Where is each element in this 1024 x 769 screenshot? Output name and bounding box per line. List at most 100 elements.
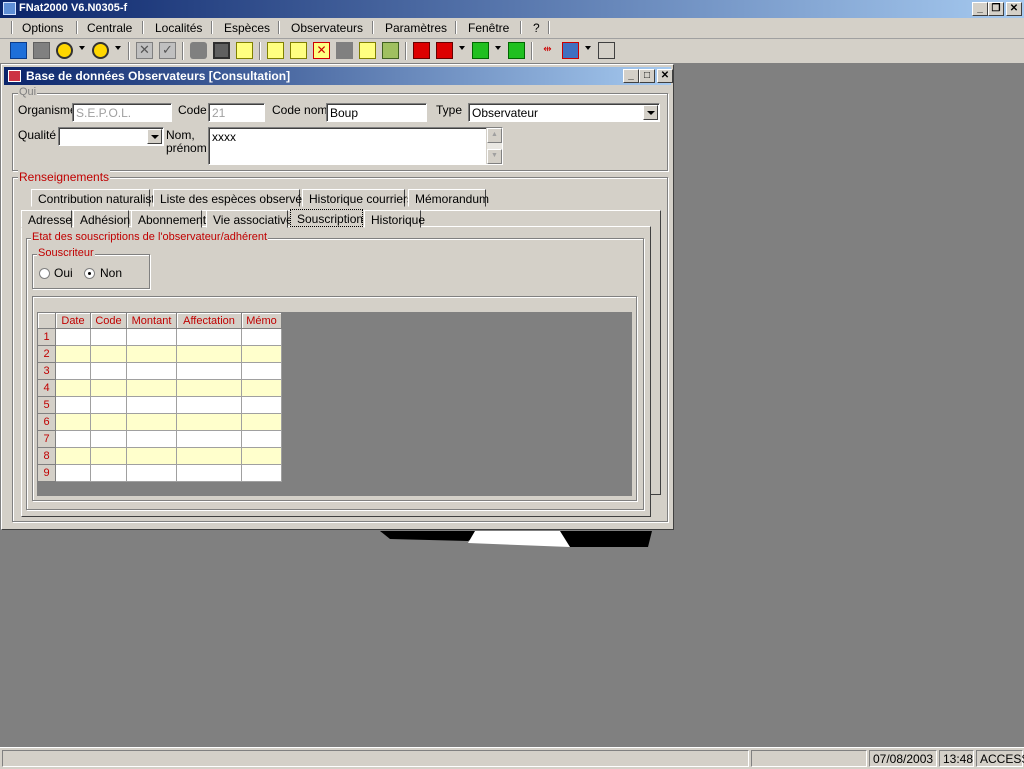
menu-help[interactable]: ? [533,21,540,35]
validate-icon[interactable]: ✓ [159,42,176,59]
grid-cell[interactable] [176,396,242,414]
window-close-button[interactable]: ✕ [657,69,673,83]
table-row[interactable]: 3 [37,362,282,380]
grid-cell[interactable] [176,464,242,482]
grid-cell[interactable] [55,396,91,414]
table-row[interactable]: 1 [37,328,282,346]
tab-adhesion[interactable]: Adhésion [73,210,130,228]
table-row[interactable]: 7 [37,430,282,448]
column-header-date[interactable]: Date [55,312,91,329]
grid-cell[interactable] [90,328,127,346]
open-folder-icon[interactable] [359,42,376,59]
table-row[interactable]: 5 [37,396,282,414]
row-header[interactable]: 3 [37,362,56,380]
tab-vie-associative[interactable]: Vie associative [206,210,293,228]
window-maximize-button[interactable]: □ [639,69,655,83]
grid-cell[interactable] [90,447,127,465]
grid-icon[interactable] [562,42,579,59]
chevron-down-icon[interactable] [459,46,465,50]
row-header[interactable]: 1 [37,328,56,346]
grid-cell[interactable] [126,464,177,482]
grid-cell[interactable] [55,430,91,448]
grid-cell[interactable] [176,362,242,380]
grid-cell[interactable] [176,447,242,465]
grid-cell[interactable] [176,413,242,431]
menu-centrale[interactable]: Centrale [87,21,132,35]
grid-cell[interactable] [241,464,282,482]
tab-abonnement[interactable]: Abonnement [131,210,206,228]
grid-cell[interactable] [55,413,91,431]
column-header-affectation[interactable]: Affectation [176,312,242,329]
tree-icon[interactable] [382,42,399,59]
chevron-down-icon[interactable] [585,46,591,50]
transfer-icon[interactable]: ⇹ [539,42,556,59]
table-row[interactable]: 4 [37,379,282,397]
grid-cell[interactable] [241,345,282,363]
cancel-icon[interactable]: ✕ [136,42,153,59]
chevron-down-icon[interactable] [79,46,85,50]
grid-cell[interactable] [55,447,91,465]
row-header[interactable]: 4 [37,379,56,397]
restore-button[interactable]: ❐ [988,2,1004,16]
window-minimize-button[interactable]: _ [623,69,639,83]
new-icon[interactable] [267,42,284,59]
tab-historique[interactable]: Historique [364,210,425,228]
grid-cell[interactable] [241,379,282,397]
grid-cell[interactable] [126,362,177,380]
close-button[interactable]: ✕ [1006,2,1022,16]
grid-cell[interactable] [241,362,282,380]
tab-souscription[interactable]: Souscription [290,209,363,227]
blank-icon[interactable] [336,42,353,59]
save-icon[interactable] [213,42,230,59]
type-select[interactable]: Observateur [468,103,660,122]
scroll-down-icon[interactable]: ▼ [487,149,502,164]
table-row[interactable]: 8 [37,447,282,465]
grid-cell[interactable] [90,362,127,380]
tab-liste-especes[interactable]: Liste des espèces observées [153,189,315,207]
table-row[interactable]: 2 [37,345,282,363]
menu-parametres[interactable]: Paramètres [385,21,447,35]
chevron-down-icon[interactable] [147,129,162,144]
tab-memorandum[interactable]: Mémorandum [408,189,489,207]
menu-localites[interactable]: Localités [155,21,202,35]
next-record-icon[interactable] [472,42,489,59]
grid-cell[interactable] [90,430,127,448]
menu-observateurs[interactable]: Observateurs [291,21,363,35]
grid-cell[interactable] [55,464,91,482]
exit-icon[interactable] [598,42,615,59]
chevron-down-icon[interactable] [495,46,501,50]
row-header[interactable]: 5 [37,396,56,414]
square-icon[interactable] [33,42,50,59]
tab-historique-courriers[interactable]: Historique courriers [302,189,413,207]
table-row[interactable]: 9 [37,464,282,482]
last-record-icon[interactable] [508,42,525,59]
first-record-icon[interactable] [413,42,430,59]
grid-cell[interactable] [55,362,91,380]
menu-fenetre[interactable]: Fenêtre [468,21,509,35]
radio-non[interactable] [84,268,95,279]
column-header-montant[interactable]: Montant [126,312,177,329]
grid-cell[interactable] [90,464,127,482]
grid-cell[interactable] [90,379,127,397]
qualite-select[interactable] [58,127,164,146]
menu-options[interactable]: Options [22,21,63,35]
grid-cell[interactable] [90,413,127,431]
filter-alt-icon[interactable] [92,42,109,59]
grid-cell[interactable] [126,379,177,397]
grid-cell[interactable] [176,345,242,363]
grid-cell[interactable] [241,396,282,414]
grid-cell[interactable] [176,328,242,346]
grid-cell[interactable] [55,379,91,397]
grid-cell[interactable] [55,345,91,363]
grid-cell[interactable] [241,447,282,465]
row-header[interactable]: 6 [37,413,56,431]
code-nom-field[interactable]: Boup [326,103,427,122]
tab-contribution-naturaliste[interactable]: Contribution naturaliste [31,189,161,207]
grid-cell[interactable] [126,413,177,431]
radio-oui[interactable] [39,268,50,279]
grid-cell[interactable] [241,413,282,431]
table-row[interactable]: 6 [37,413,282,431]
delete-icon[interactable]: ✕ [313,42,330,59]
copy-icon[interactable] [236,42,253,59]
textarea-scrollbar[interactable]: ▲ ▼ [486,128,502,164]
